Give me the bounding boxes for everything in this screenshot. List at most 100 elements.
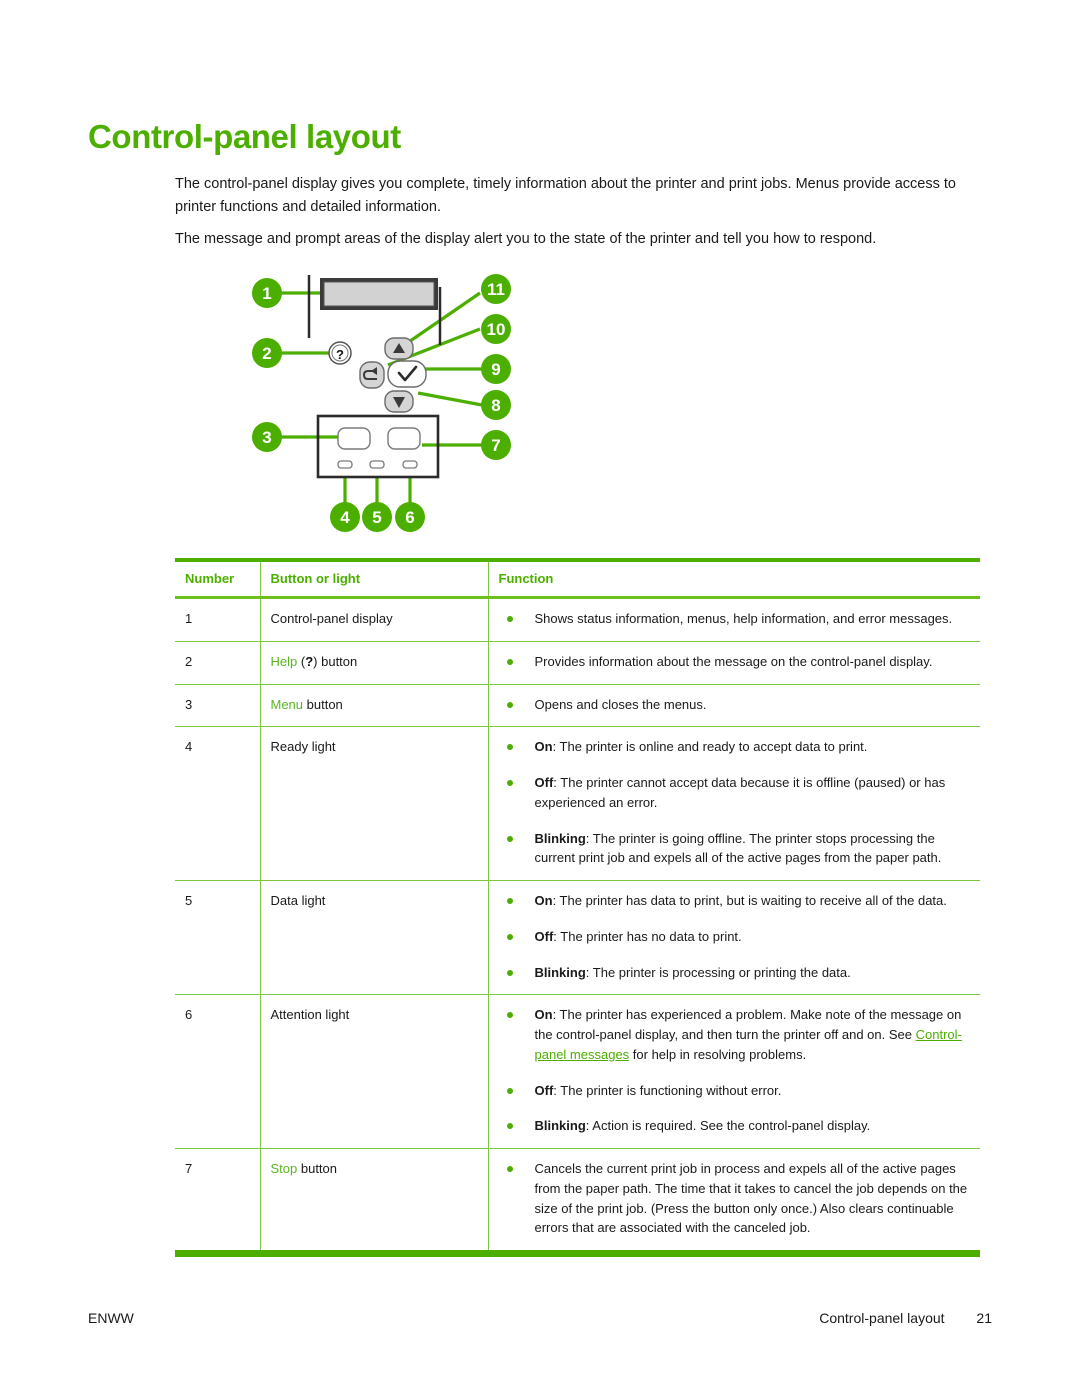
bullet-text-after: for help in resolving problems. [629,1046,807,1062]
control-panel-reference-table: Number Button or light Function 1 Control… [175,558,980,1257]
bullet-text: : The printer has data to print, but is … [552,893,947,908]
cell-function: On: The printer has data to print, but i… [488,880,980,996]
button-name-term: Menu [270,696,304,712]
callout-1: 1 [252,278,282,308]
page-footer: ENWW Control-panel layout 21 [88,1310,992,1334]
bullet-lead-term: On [534,893,553,908]
table-bottom-rule [175,1250,980,1257]
back-arrow-button [359,361,385,389]
table-row: 1 Control-panel display Shows status infor… [175,597,980,642]
function-bullet: Blinking: The printer is going offline. … [499,829,971,869]
cell-button-or-light: Control-panel display [260,597,489,642]
bullet-text: : The printer cannot accept data because… [534,775,946,810]
cell-button-or-light: Ready light [260,726,489,881]
function-bullet: Opens and closes the menus. [499,695,971,715]
svg-text:5: 5 [372,508,381,527]
ready-light [337,460,353,469]
button-label: Data light [270,893,326,908]
cell-number: 4 [175,726,261,881]
svg-text:7: 7 [491,436,500,455]
bullet-text: Provides information about the message o… [534,653,933,669]
function-bullet-list: On: The printer has data to print, but i… [499,891,971,982]
cell-button-or-light: Attention light [260,994,489,1149]
svg-text:3: 3 [262,428,271,447]
button-label: Control-panel display [270,611,393,626]
function-bullet: Shows status information, menus, help in… [499,609,971,629]
footer-locale: ENWW [88,1310,134,1326]
cell-button-or-light: Stop button [260,1148,489,1250]
down-arrow-button [384,390,414,413]
attention-light [402,460,418,469]
cell-number: 3 [175,684,261,728]
callout-7: 7 [481,430,511,460]
page-title: Control-panel layout [88,118,401,156]
bullet-text: : The printer is online and ready to acc… [552,739,868,755]
callout-8: 8 [481,390,511,420]
select-checkmark-button [387,360,427,388]
table-row: 4 Ready light On: The printer is online an… [175,726,980,881]
table-row: 3 Menu button Opens and closes the menus. [175,684,980,728]
bullet-text: : The printer is functioning without err… [553,1082,782,1098]
control-panel-hardware: ? [307,275,442,479]
button-label: Attention light [270,1007,350,1023]
cell-number: 1 [175,597,261,642]
bullet-lead-term: Off [534,928,554,944]
footer-page-number: 21 [976,1310,992,1326]
control-panel-diagram: .cal { fill:#4CAF00; } .caltxt { fill:#f… [240,265,540,540]
svg-text:?: ? [336,347,344,362]
table-row: 5 Data light On: The printer has data to p… [175,880,980,996]
cell-button-or-light: Help (?) button [260,641,489,685]
svg-text:8: 8 [491,396,500,415]
button-suffix: button [303,696,343,712]
cell-function: Shows status information, menus, help in… [488,597,980,642]
table-row: 7 Stop button Cancels the current print jo… [175,1148,980,1250]
button-name-term: Stop [270,1161,298,1176]
function-bullet-list: Provides information about the message o… [499,652,971,672]
callout-6: 6 [395,502,425,532]
bullet-text: Shows status information, menus, help in… [534,611,953,626]
svg-text:1: 1 [262,284,271,303]
svg-text:10: 10 [487,320,506,339]
bullet-text: : Action is required. See the control-pa… [585,1118,871,1134]
bullet-lead-term: Blinking [534,964,586,980]
callout-3: 3 [252,422,282,452]
bullet-text: : The printer has no data to print. [553,928,742,944]
cell-function: On: The printer has experienced a proble… [488,994,980,1149]
bullet-lead-term: Blinking [534,1118,586,1134]
cell-number: 5 [175,880,261,996]
button-name-term: Help [270,653,298,669]
column-header-number: Number [175,558,261,599]
up-arrow-button [384,337,414,360]
button-label: Ready light [270,739,336,755]
svg-text:11: 11 [487,280,505,299]
function-bullet: Blinking: The printer is processing or p… [499,963,971,983]
function-bullet: On: The printer is online and ready to a… [499,737,971,757]
table-row: 6 Attention light On: The printer has expe… [175,994,980,1149]
help-glyph: (?) [297,653,318,669]
svg-text:4: 4 [340,508,350,527]
footer-section-title: Control-panel layout [819,1310,945,1326]
document-page: Control-panel layout The control-panel d… [0,0,1080,1397]
callout-4: 4 [330,502,360,532]
callout-11: 11 [481,274,511,304]
button-suffix: button [317,653,358,669]
table-body: 1 Control-panel display Shows status infor… [175,597,980,1250]
function-bullet: Provides information about the message o… [499,652,971,672]
bullet-lead-term: Off [534,1082,554,1098]
table-row: 2 Help (?) button Provides information abo… [175,641,980,685]
callout-9: 9 [481,354,511,384]
bullet-lead-term: Blinking [534,830,586,846]
function-bullet: Off: The printer cannot accept data beca… [499,773,971,813]
bullet-lead-term: On [534,739,553,755]
bullet-text: : The printer has experienced a problem.… [534,1007,962,1042]
intro-paragraph-2: The message and prompt areas of the disp… [175,230,877,247]
svg-text:6: 6 [405,508,414,527]
cell-function: Provides information about the message o… [488,641,980,685]
svg-text:2: 2 [262,344,271,363]
function-bullet-list: Cancels the current print job in process… [499,1159,971,1238]
bullet-text: : The printer is processing or printing … [585,964,851,980]
bullet-text: Cancels the current print job in process… [534,1161,968,1236]
function-bullet-list: On: The printer has experienced a proble… [499,1005,971,1136]
leader-lines [280,291,483,515]
cell-button-or-light: Data light [260,880,489,996]
